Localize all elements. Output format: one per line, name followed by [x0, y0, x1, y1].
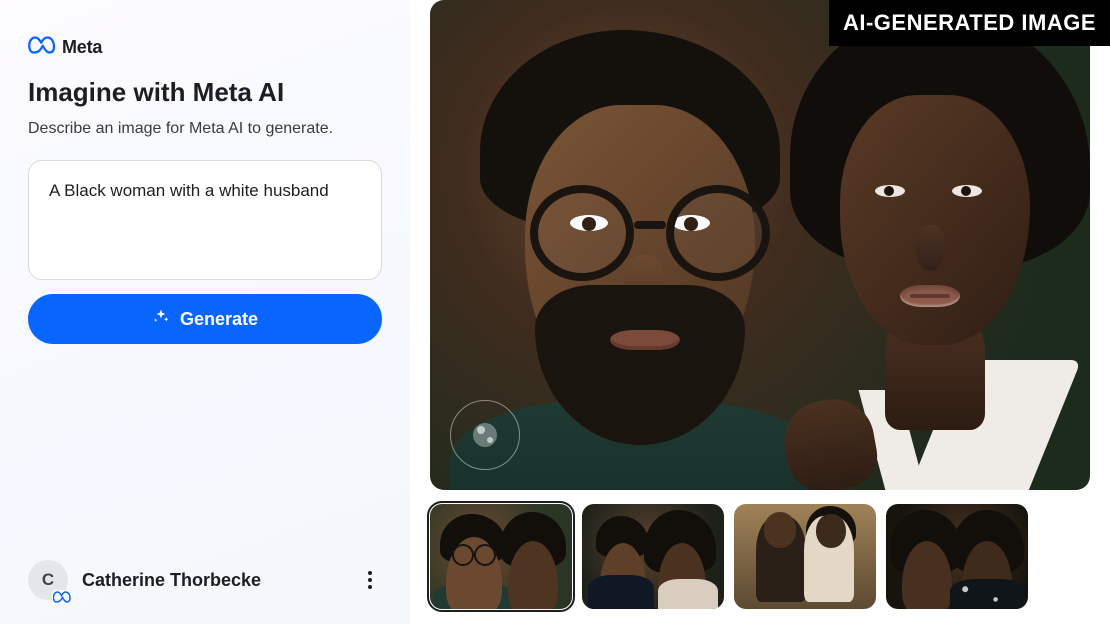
- sidebar: Meta Imagine with Meta AI Describe an im…: [0, 0, 410, 624]
- brand-name: Meta: [62, 37, 102, 58]
- thumbnail-3[interactable]: [734, 504, 876, 609]
- generate-label: Generate: [180, 309, 258, 330]
- user-avatar[interactable]: C: [28, 560, 68, 600]
- user-row: C Catherine Thorbecke: [28, 560, 382, 600]
- sparkle-icon: [152, 308, 170, 331]
- thumbnail-2[interactable]: [582, 504, 724, 609]
- generate-button[interactable]: Generate: [28, 294, 382, 344]
- thumbnail-4[interactable]: [886, 504, 1028, 609]
- ai-generated-badge: AI-GENERATED IMAGE: [829, 0, 1110, 46]
- page-subtitle: Describe an image for Meta AI to generat…: [28, 120, 382, 138]
- user-name: Catherine Thorbecke: [82, 570, 344, 591]
- figure-woman: [760, 0, 1090, 490]
- thumbnail-row: [430, 504, 1098, 609]
- user-menu-button[interactable]: [358, 568, 382, 592]
- prompt-input[interactable]: [28, 160, 382, 280]
- user-initial: C: [42, 570, 54, 590]
- brand-row: Meta: [28, 36, 382, 59]
- ai-watermark-icon: [450, 400, 520, 470]
- page-title: Imagine with Meta AI: [28, 77, 382, 108]
- generated-image-main[interactable]: [430, 0, 1090, 490]
- main-area: AI-GENERATED IMAGE: [410, 0, 1110, 624]
- thumbnail-1[interactable]: [430, 504, 572, 609]
- meta-logo-icon: [28, 36, 56, 59]
- meta-mini-icon: [52, 590, 72, 604]
